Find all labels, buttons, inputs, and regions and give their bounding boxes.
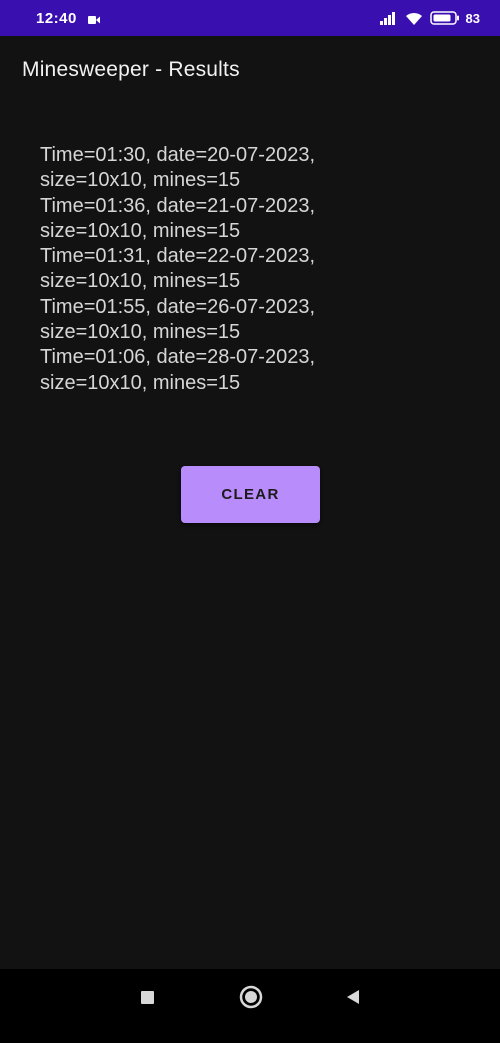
status-icons: 83 xyxy=(379,8,480,28)
home-icon[interactable] xyxy=(239,985,263,1009)
recent-apps-icon[interactable] xyxy=(141,991,154,1004)
navigation-bar xyxy=(0,969,500,1043)
result-line: Time=01:31, date=22-07-2023, xyxy=(40,245,316,268)
status-time: 12:40 xyxy=(36,10,77,27)
back-icon[interactable] xyxy=(345,989,361,1005)
results-list: Time=01:30, date=20-07-2023, size=10x10,… xyxy=(40,143,460,396)
result-line: size=10x10, mines=15 xyxy=(40,270,241,293)
result-line: Time=01:36, date=21-07-2023, xyxy=(40,194,316,217)
result-line: size=10x10, mines=15 xyxy=(40,371,241,394)
signal-icon xyxy=(379,12,395,25)
battery-percent: 83 xyxy=(465,10,480,26)
status-bar: 12:40 83 xyxy=(0,0,500,36)
result-line: size=10x10, mines=15 xyxy=(40,321,241,344)
battery-icon xyxy=(429,11,459,25)
result-line: size=10x10, mines=15 xyxy=(40,169,241,192)
wifi-icon xyxy=(405,12,422,25)
clear-button[interactable]: CLEAR xyxy=(181,466,320,523)
app-bar: Minesweeper - Results xyxy=(0,36,500,106)
video-icon xyxy=(88,16,100,24)
result-line: Time=01:06, date=28-07-2023, xyxy=(40,346,316,369)
page-title: Minesweeper - Results xyxy=(22,58,240,81)
result-line: Time=01:55, date=26-07-2023, xyxy=(40,295,316,318)
result-line: Time=01:30, date=20-07-2023, xyxy=(40,144,316,166)
result-line: size=10x10, mines=15 xyxy=(40,219,241,242)
